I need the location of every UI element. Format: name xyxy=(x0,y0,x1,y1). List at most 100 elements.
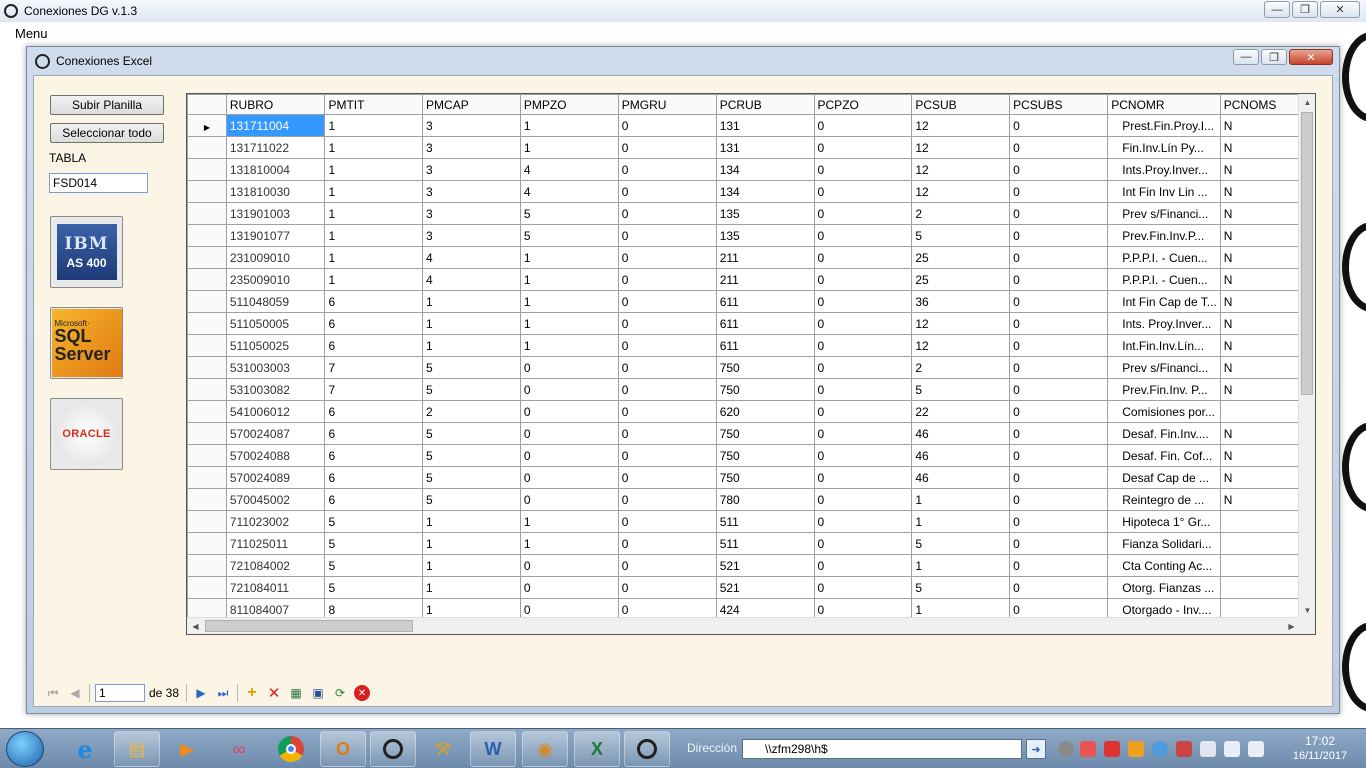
table-cell[interactable]: 1 xyxy=(422,334,521,357)
table-cell[interactable]: 620 xyxy=(715,400,815,423)
table-cell[interactable]: 521 xyxy=(715,554,815,577)
table-cell[interactable]: 0 xyxy=(813,180,913,203)
table-cell[interactable]: 0 xyxy=(617,510,717,533)
table-cell[interactable]: 511 xyxy=(715,510,815,533)
table-cell[interactable]: 0 xyxy=(617,246,717,269)
refresh-icon[interactable]: ⟳ xyxy=(329,683,351,703)
table-cell[interactable]: 0 xyxy=(813,532,913,555)
row-header[interactable] xyxy=(187,466,227,489)
table-cell[interactable]: 0 xyxy=(813,224,913,247)
table-cell[interactable]: Cta Conting Ac... xyxy=(1107,554,1221,577)
table-cell[interactable]: 6 xyxy=(324,422,424,445)
table-cell[interactable]: N xyxy=(1219,312,1300,335)
table-row[interactable]: 531003003 7 5 0 0 750 0 2 0 Prev s/Financi... N xyxy=(187,356,1300,379)
table-cell[interactable]: 0 xyxy=(1009,598,1109,619)
table-cell[interactable]: 134 xyxy=(715,158,815,181)
table-cell[interactable]: 5 xyxy=(422,488,521,511)
table-row[interactable]: 235009010 1 4 1 0 211 0 25 0 P.P.P.I. - Cuen... N xyxy=(187,268,1300,291)
table-cell[interactable]: 6 xyxy=(324,290,424,313)
table-cell[interactable]: Ints. Proy.Inver... xyxy=(1107,312,1221,335)
table-cell[interactable]: 0 xyxy=(519,598,619,619)
address-go-icon[interactable]: ➜ xyxy=(1026,739,1046,759)
table-cell[interactable]: 235009010 xyxy=(225,268,326,291)
table-cell[interactable]: 521 xyxy=(715,576,815,599)
table-cell[interactable]: 1 xyxy=(519,334,619,357)
table-cell[interactable]: 0 xyxy=(1009,312,1109,335)
table-cell[interactable]: 1 xyxy=(422,576,521,599)
table-cell[interactable]: 3 xyxy=(422,114,521,137)
table-cell[interactable]: 0 xyxy=(1009,202,1109,225)
table-cell[interactable]: N xyxy=(1219,268,1300,291)
menu-item-menu[interactable]: Menu xyxy=(15,26,48,41)
table-cell[interactable]: 1 xyxy=(324,224,424,247)
address-input[interactable]: \\zfm298\h$ xyxy=(742,739,1022,759)
table-cell[interactable]: 0 xyxy=(813,136,913,159)
table-cell[interactable]: 0 xyxy=(813,158,913,181)
table-cell[interactable]: 811084007 xyxy=(225,598,326,619)
table-cell[interactable]: 0 xyxy=(617,400,717,423)
table-cell[interactable]: 211 xyxy=(715,246,815,269)
table-cell[interactable]: 0 xyxy=(519,554,619,577)
tray-icon-5[interactable] xyxy=(1152,741,1168,757)
table-cell[interactable]: 0 xyxy=(813,268,913,291)
table-cell[interactable]: Desaf. Fin. Cof... xyxy=(1107,444,1221,467)
column-header[interactable]: PCPZO xyxy=(813,94,913,115)
paint-icon[interactable]: ◉ xyxy=(522,731,568,767)
table-cell[interactable]: 0 xyxy=(813,444,913,467)
table-cell[interactable]: 4 xyxy=(422,268,521,291)
row-header[interactable] xyxy=(187,576,227,599)
table-cell[interactable]: 0 xyxy=(813,466,913,489)
table-cell[interactable] xyxy=(1219,554,1300,577)
table-cell[interactable]: 1 xyxy=(911,510,1011,533)
table-cell[interactable]: 1 xyxy=(324,136,424,159)
table-cell[interactable]: 0 xyxy=(617,532,717,555)
as400-button[interactable]: IBM AS 400 xyxy=(50,216,123,288)
volume-icon[interactable] xyxy=(1224,741,1240,757)
tray-icon-4[interactable] xyxy=(1128,741,1144,757)
table-cell[interactable]: 22 xyxy=(911,400,1011,423)
table-input[interactable]: FSD014 xyxy=(49,173,148,193)
table-cell[interactable]: 1 xyxy=(519,510,619,533)
table-cell[interactable]: 5 xyxy=(911,378,1011,401)
table-cell[interactable]: 531003082 xyxy=(225,378,326,401)
table-cell[interactable]: 1 xyxy=(911,488,1011,511)
table-cell[interactable]: 131810004 xyxy=(225,158,326,181)
table-cell[interactable]: 131 xyxy=(715,114,815,137)
table-cell[interactable]: Desaf Cap de ... xyxy=(1107,466,1221,489)
table-cell[interactable]: Prev s/Financi... xyxy=(1107,356,1221,379)
table-cell[interactable]: 12 xyxy=(911,136,1011,159)
table-cell[interactable]: 0 xyxy=(617,268,717,291)
app-icon-2[interactable]: ∞ xyxy=(216,731,262,767)
table-cell[interactable]: 5 xyxy=(519,202,619,225)
table-cell[interactable]: 0 xyxy=(617,202,717,225)
table-row[interactable]: 531003082 7 5 0 0 750 0 5 0 Prev.Fin.Inv. P... N xyxy=(187,378,1300,401)
table-cell[interactable]: Int Fin Cap de T... xyxy=(1107,290,1221,313)
tray-icon-6[interactable] xyxy=(1176,741,1192,757)
table-cell[interactable] xyxy=(1219,400,1300,423)
table-cell[interactable]: Prev s/Financi... xyxy=(1107,202,1221,225)
table-cell[interactable]: 5 xyxy=(911,532,1011,555)
table-cell[interactable]: 0 xyxy=(519,356,619,379)
table-cell[interactable]: 0 xyxy=(813,334,913,357)
table-cell[interactable]: 46 xyxy=(911,444,1011,467)
row-header[interactable] xyxy=(187,158,227,181)
table-row[interactable]: 570024087 6 5 0 0 750 0 46 0 Desaf. Fin.Inv.... N xyxy=(187,422,1300,445)
table-cell[interactable]: 0 xyxy=(617,488,717,511)
table-cell[interactable]: 0 xyxy=(519,488,619,511)
table-cell[interactable]: 0 xyxy=(617,576,717,599)
table-cell[interactable]: Fianza Solidari... xyxy=(1107,532,1221,555)
table-cell[interactable]: N xyxy=(1219,466,1300,489)
data-grid[interactable]: RUBRO PMTIT PMCAP PMPZO PMGRU PCRUB PCPZO PCSUB… xyxy=(186,93,1316,635)
table-cell[interactable]: 0 xyxy=(1009,422,1109,445)
table-cell[interactable] xyxy=(1219,598,1300,619)
table-cell[interactable]: 0 xyxy=(813,246,913,269)
horizontal-scroll-thumb[interactable] xyxy=(205,620,413,632)
table-cell[interactable]: 0 xyxy=(617,114,717,137)
table-row[interactable]: 570045002 6 5 0 0 780 0 1 0 Reintegro de ... N xyxy=(187,488,1300,511)
move-previous-icon[interactable]: ◀ xyxy=(64,683,86,703)
table-cell[interactable]: 0 xyxy=(617,334,717,357)
table-row[interactable]: 131810030 1 3 4 0 134 0 12 0 Int Fin Inv Lin ... N xyxy=(187,180,1300,203)
table-cell[interactable]: 135 xyxy=(715,224,815,247)
table-cell[interactable]: 134 xyxy=(715,180,815,203)
table-cell[interactable]: 750 xyxy=(715,422,815,445)
